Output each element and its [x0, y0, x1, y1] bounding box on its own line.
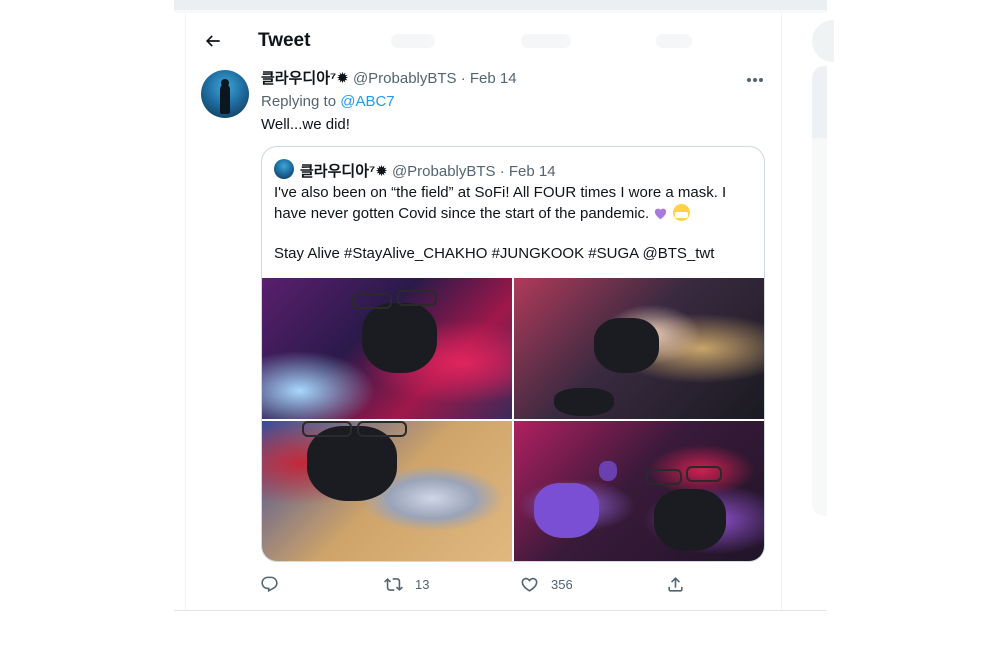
- photo-2[interactable]: [514, 278, 764, 419]
- more-options-button[interactable]: [744, 70, 766, 90]
- purple-heart-icon: [655, 208, 667, 220]
- retweet-button[interactable]: 13: [384, 572, 429, 596]
- like-count: 356: [551, 576, 573, 592]
- quoted-text: I've also been on “the field” at SoFi! A…: [274, 182, 754, 264]
- quoted-author-line: 클라우디아⁷✹ @ProbablyBTS · Feb 14: [300, 160, 556, 181]
- tweet-actions: 13 356: [186, 570, 781, 598]
- faded-placeholder: [656, 34, 692, 48]
- replying-to-link[interactable]: @ABC7: [340, 93, 394, 110]
- more-horizontal-icon: [747, 78, 763, 82]
- reply-button[interactable]: [260, 572, 291, 596]
- trends-card-header: [812, 66, 827, 138]
- quoted-avatar[interactable]: [274, 159, 294, 179]
- quoted-display-name: 클라우디아⁷✹: [300, 163, 388, 180]
- face-with-mask-icon: [672, 204, 690, 221]
- share-icon: [668, 576, 683, 592]
- page-title: Tweet: [258, 30, 311, 51]
- quoted-text-line2: Stay Alive #StayAlive_CHAKHO #JUNGKOOK #…: [274, 245, 715, 262]
- quoted-date: Feb 14: [508, 163, 556, 180]
- like-button[interactable]: 356: [520, 572, 573, 596]
- faded-placeholder: [521, 34, 571, 48]
- page-header: Tweet: [186, 20, 781, 62]
- separator-dot: ·: [460, 70, 466, 87]
- separator-dot: ·: [499, 163, 505, 180]
- photo-4[interactable]: [514, 421, 764, 561]
- tweet-text: Well...we did!: [261, 116, 350, 133]
- quoted-tweet[interactable]: 클라우디아⁷✹ @ProbablyBTS · Feb 14 I've also …: [261, 146, 765, 562]
- replying-to: Replying to @ABC7: [261, 93, 395, 110]
- avatar[interactable]: [201, 70, 249, 118]
- retweet-icon: [384, 577, 403, 591]
- retweet-count: 13: [415, 576, 430, 592]
- replying-to-label: Replying to: [261, 93, 337, 110]
- photo-1[interactable]: [262, 278, 512, 419]
- tweet-author-line: 클라우디아⁷✹ @ProbablyBTS · Feb 14: [261, 70, 517, 88]
- reply-icon: [261, 576, 278, 592]
- back-button[interactable]: [200, 28, 226, 54]
- media-grid: [262, 278, 764, 561]
- tweet-date[interactable]: Feb 14: [470, 70, 517, 87]
- browser-top-strip: [174, 0, 827, 10]
- user-handle[interactable]: @ProbablyBTS: [353, 70, 457, 87]
- quoted-user-handle: @ProbablyBTS: [391, 163, 496, 180]
- share-button[interactable]: [666, 572, 685, 596]
- display-name[interactable]: 클라우디아⁷✹: [261, 70, 349, 87]
- photo-3[interactable]: [262, 421, 512, 561]
- faded-placeholder: [391, 34, 435, 48]
- arrow-left-icon: [205, 35, 220, 47]
- heart-icon: [521, 577, 538, 592]
- bottom-divider: [174, 610, 827, 611]
